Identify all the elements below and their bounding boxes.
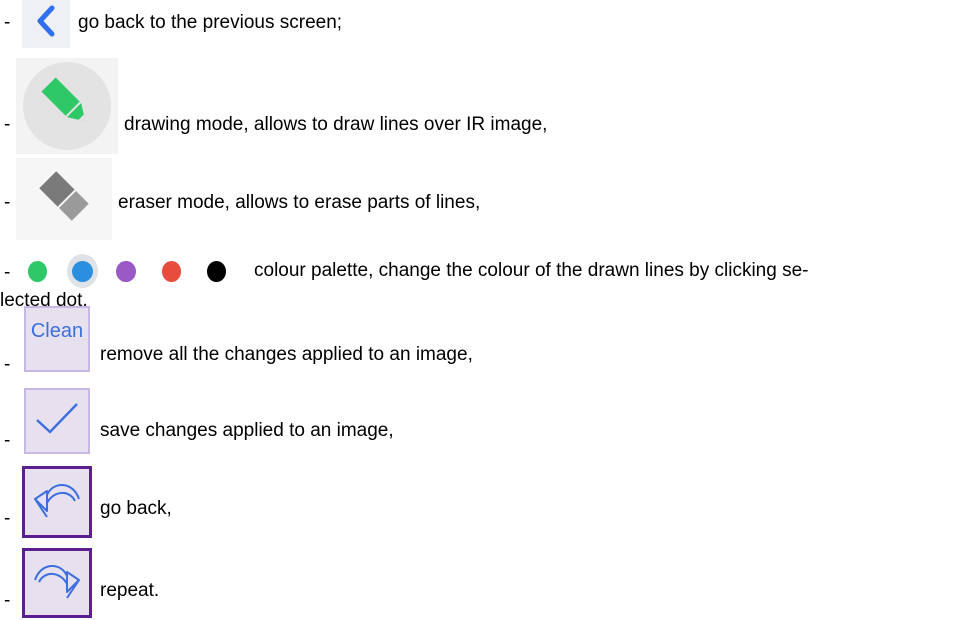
item-text: colour palette, change the colour of the… <box>254 260 809 281</box>
bullet-dash: - <box>4 12 11 33</box>
bullet-dash: - <box>4 262 11 283</box>
palette-dot-green[interactable] <box>28 260 48 282</box>
bullet-dash: - <box>4 354 11 375</box>
clean-button-label: Clean <box>30 319 84 342</box>
item-text: repeat. <box>100 580 160 601</box>
palette-dot-blue-selected[interactable] <box>67 254 99 288</box>
palette-dot-red[interactable] <box>161 260 181 282</box>
bullet-dash: - <box>4 430 11 451</box>
item-text: go back, <box>100 498 172 519</box>
bullet-dash: - <box>4 590 11 611</box>
colour-palette <box>20 254 252 288</box>
draw-mode-button[interactable] <box>16 58 118 154</box>
bullet-dash: - <box>4 114 11 135</box>
palette-dot-purple[interactable] <box>116 260 136 282</box>
save-button[interactable] <box>24 388 90 454</box>
bullet-dash: - <box>4 192 11 213</box>
chevron-left-icon <box>35 4 57 44</box>
redo-icon <box>29 554 85 612</box>
eraser-mode-button[interactable] <box>16 158 112 240</box>
eraser-icon <box>35 167 93 231</box>
item-text: remove all the changes applied to an ima… <box>100 344 473 365</box>
undo-icon <box>29 473 85 531</box>
clean-button[interactable]: Clean <box>24 306 90 372</box>
undo-button[interactable] <box>22 466 92 538</box>
item-text: go back to the previous screen; <box>78 12 343 33</box>
pencil-icon <box>37 73 97 139</box>
item-text: eraser mode, allows to erase parts of li… <box>118 192 481 213</box>
bullet-dash: - <box>4 508 11 529</box>
palette-dot-black[interactable] <box>206 260 226 282</box>
back-button[interactable] <box>22 0 70 48</box>
redo-button[interactable] <box>22 548 92 618</box>
checkmark-icon <box>33 398 81 444</box>
item-text: save changes applied to an image, <box>100 420 394 441</box>
item-text: drawing mode, allows to draw lines over … <box>124 114 548 135</box>
